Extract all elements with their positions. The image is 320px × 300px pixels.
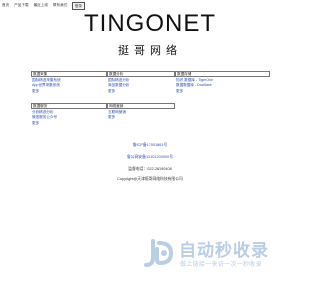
section-link[interactable]: 商品数据分析 [107,83,175,88]
nav-product-download[interactable]: 产品下载 [14,3,28,8]
section-link[interactable]: App世界采集系统 [31,83,107,88]
section-link[interactable]: 数据数据库 - DocBase [175,83,270,88]
nav-contact[interactable]: 联系我们 [53,3,67,8]
site-logo: TINGONET [84,10,216,37]
section-link[interactable]: 互联网营销 [107,110,175,115]
watermark-banner: 自动秒收录 做上链接一来访一次一秒收录 [143,233,293,275]
nav-home[interactable]: 首页 [2,3,9,8]
icp-link[interactable]: 鲁ICP备17001861号 [0,143,300,148]
section-link[interactable]: 分析精选分析 [31,110,107,115]
supervision-phone: 监督电话：022-28190408 [128,167,172,171]
section-link[interactable]: 微信服务公众号 [31,115,107,120]
section-title: 数据服务 [31,103,107,109]
section-data-collection: 数据采集 国际精选采集系统 App世界采集系统 更多 [31,71,107,94]
more-link[interactable]: 更多 [31,89,107,94]
section-network-marketing: 网络营销 互联网营销 更多 [107,103,175,120]
section-title: 数据分析 [107,71,175,77]
nav-recent[interactable]: 最近上线 [34,3,48,8]
section-link[interactable]: 国际精选采集系统 [31,78,107,83]
police-record-link[interactable]: 鲁公网安备12101203000号 [0,155,300,160]
category-row: 数据服务 分析精选分析 微信服务公众号 更多 网络营销 互联网营销 更多 [31,103,270,135]
more-link[interactable]: 更多 [31,121,107,126]
section-title: 网络营销 [107,103,175,109]
category-grid: 数据采集 国际精选采集系统 App世界采集系统 更多 数据分析 国际精选分析 商… [31,71,270,135]
section-link[interactable]: 国际精选分析 [107,78,175,83]
site-logo-subtitle: 挺哥网络 [118,44,182,57]
section-title: 数据采集 [31,71,107,77]
section-title: 数据存储 [175,71,270,77]
watermark-tagline: 做上链接一来访一次一秒收录 [180,261,262,268]
copyright: Copyright@天津挺哥网络科技有限公司 [117,177,183,181]
section-data-service: 数据服务 分析精选分析 微信服务公众号 更多 [31,103,107,126]
more-link[interactable]: 更多 [107,89,175,94]
more-link[interactable]: 更多 [175,89,270,94]
section-data-analysis: 数据分析 国际精选分析 商品数据分析 更多 [107,71,175,94]
section-link[interactable]: 知识 数据库 - TigerOne [175,78,270,83]
section-data-storage: 数据存储 知识 数据库 - TigerOne 数据数据库 - DocBase 更… [175,71,270,94]
more-link[interactable]: 更多 [107,115,175,120]
watermark-title: 自动秒收录 [179,241,269,261]
category-row: 数据采集 国际精选采集系统 App世界采集系统 更多 数据分析 国际精选分析 商… [31,71,270,103]
watermark-logo-icon [144,239,174,267]
